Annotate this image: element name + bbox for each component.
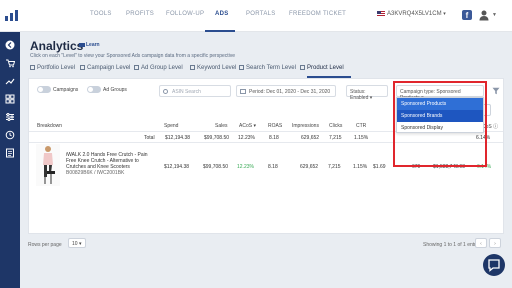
active-nav-indicator (205, 30, 235, 32)
search-placeholder: ASIN Search (172, 89, 201, 95)
prev-page-button[interactable]: ‹ (475, 238, 487, 248)
total-acos: 12.23% (238, 135, 255, 141)
col-breakdown[interactable]: Breakdown (37, 123, 62, 129)
user-icon[interactable] (478, 9, 490, 21)
tab-campaign-level[interactable]: Campaign Level (80, 65, 130, 71)
col-sales[interactable]: Sales (215, 123, 228, 129)
row-roas: 8.18 (268, 164, 278, 170)
cart-icon[interactable] (5, 58, 15, 68)
total-sales: $99,708.50 (204, 135, 230, 141)
product-name[interactable]: iWALK 2.0 Hands Free Crutch - Pain Free … (66, 152, 156, 176)
tab-keyword-level[interactable]: Keyword Level (190, 65, 236, 71)
col-clicks[interactable]: Clicks (329, 123, 342, 129)
keyword-icon (190, 65, 195, 70)
account-selector[interactable]: A3KVRQ4X5LV1CM ▾ (377, 11, 446, 17)
period-picker[interactable]: Period: Dec 01, 2020 - Dec 31, 2020 (236, 85, 336, 97)
tab-label: Search Term Level (246, 65, 296, 72)
toggle-label: Ad Groups (103, 86, 127, 93)
campaigns-toggle[interactable]: Campaigns (37, 86, 78, 96)
toggle-label: Campaigns (53, 86, 79, 93)
total-spend: $12,194.38 (165, 135, 191, 141)
showing-entries: Showing 1 to 1 of 1 entries (423, 242, 483, 248)
row-spend: $12,194.38 (164, 164, 190, 170)
row-cpc: $1.69 (373, 164, 386, 170)
status-value: Status: Enabled (350, 89, 369, 101)
total-label: Total (144, 135, 155, 141)
product-ids: B00829B6K / IWC2001BK (66, 170, 125, 176)
tab-label: Portfolio Level (37, 65, 76, 72)
ad-groups-toggle[interactable]: Ad Groups (87, 86, 127, 96)
tab-label: Campaign Level (87, 65, 131, 72)
us-flag-icon (377, 11, 385, 16)
learn-link[interactable]: Learn (79, 42, 100, 48)
row-sales: $99,708.50 (203, 164, 229, 170)
chat-widget-button[interactable] (483, 254, 505, 276)
total-impressions: 629,652 (301, 135, 320, 141)
chevron-down-icon[interactable]: ▼ (492, 12, 497, 18)
chat-icon (488, 259, 500, 272)
rows-per-page-label: Rows per page (28, 242, 62, 248)
toggle-switch[interactable] (37, 86, 51, 93)
col-spend[interactable]: Spend (164, 123, 178, 129)
page-title: Analytics (30, 39, 84, 53)
next-page-button[interactable]: › (489, 238, 501, 248)
col-impressions[interactable]: Impressions (292, 123, 319, 129)
row-ctr: 1.15% (353, 164, 368, 170)
learn-label: Learn (86, 42, 100, 48)
product-title: iWALK 2.0 Hands Free Crutch - Pain Free … (66, 152, 148, 170)
list-icon[interactable] (5, 148, 15, 158)
toggle-switch[interactable] (87, 86, 101, 93)
tab-ad-group-level[interactable]: Ad Group Level (134, 65, 183, 71)
account-id: A3KVRQ4X5LV1CM (387, 11, 442, 18)
status-select[interactable]: Status: Enabled ▾ (346, 85, 388, 101)
asin-search-input[interactable]: ASIN Search (159, 85, 231, 97)
nav-follow-up[interactable]: FOLLOW-UP (166, 11, 204, 17)
nav-tools[interactable]: TOOLS (90, 11, 112, 17)
history-icon[interactable] (5, 130, 15, 140)
period-value: Period: Dec 01, 2020 - Dec 31, 2020 (249, 89, 331, 95)
col-acos[interactable]: ACoS ▾ (239, 123, 256, 129)
row-impressions: 629,652 (300, 164, 319, 170)
tab-search-term-level[interactable]: Search Term Level (239, 65, 296, 71)
rows-per-page-select[interactable]: 10 ▾ (68, 238, 86, 248)
ad-group-icon (134, 65, 139, 70)
sliders-icon[interactable] (5, 112, 15, 122)
product-icon (300, 65, 305, 70)
row-acos: 12.23% (237, 164, 254, 170)
top-navbar: TOOLS PROFITS FOLLOW-UP ADS PORTALS FREE… (0, 0, 512, 32)
tab-product-level[interactable]: Product Level (300, 65, 344, 71)
nav-ads[interactable]: ADS (215, 11, 229, 17)
grid-icon[interactable] (5, 94, 15, 104)
calendar-icon (240, 89, 246, 94)
filter-icon[interactable] (492, 87, 500, 95)
portfolio-icon (30, 65, 35, 70)
total-ctr: 1.15% (354, 135, 369, 141)
row-clicks: 7,215 (328, 164, 341, 170)
total-clicks: 7,215 (329, 135, 342, 141)
sidebar (0, 32, 20, 288)
total-roas: 8.18 (269, 135, 279, 141)
nav-freedom-ticket[interactable]: FREEDOM TICKET (289, 11, 346, 17)
tab-label: Product Level (307, 65, 344, 72)
video-icon (79, 42, 85, 47)
logo-icon[interactable] (4, 8, 20, 22)
col-acos-label: ACoS (239, 123, 253, 129)
tab-label: Keyword Level (197, 65, 237, 72)
col-roas[interactable]: ROAS (268, 123, 282, 129)
analytics-icon[interactable] (5, 76, 15, 86)
facebook-icon[interactable]: f (462, 10, 472, 20)
nav-portals[interactable]: PORTALS (246, 11, 276, 17)
product-image (36, 144, 60, 186)
col-ctr[interactable]: CTR (356, 123, 366, 129)
campaign-icon (80, 65, 85, 70)
page-subtitle: Click on each "Level" to view your Spons… (30, 53, 236, 59)
tab-label: Ad Group Level (141, 65, 183, 72)
rows-per-page-value: 10 (72, 241, 78, 247)
highlight-box (393, 81, 487, 167)
tab-portfolio-level[interactable]: Portfolio Level (30, 65, 75, 71)
search-term-icon (239, 65, 244, 70)
nav-profits[interactable]: PROFITS (126, 11, 154, 17)
collapse-arrow-icon[interactable] (5, 40, 15, 50)
search-icon (163, 89, 168, 94)
